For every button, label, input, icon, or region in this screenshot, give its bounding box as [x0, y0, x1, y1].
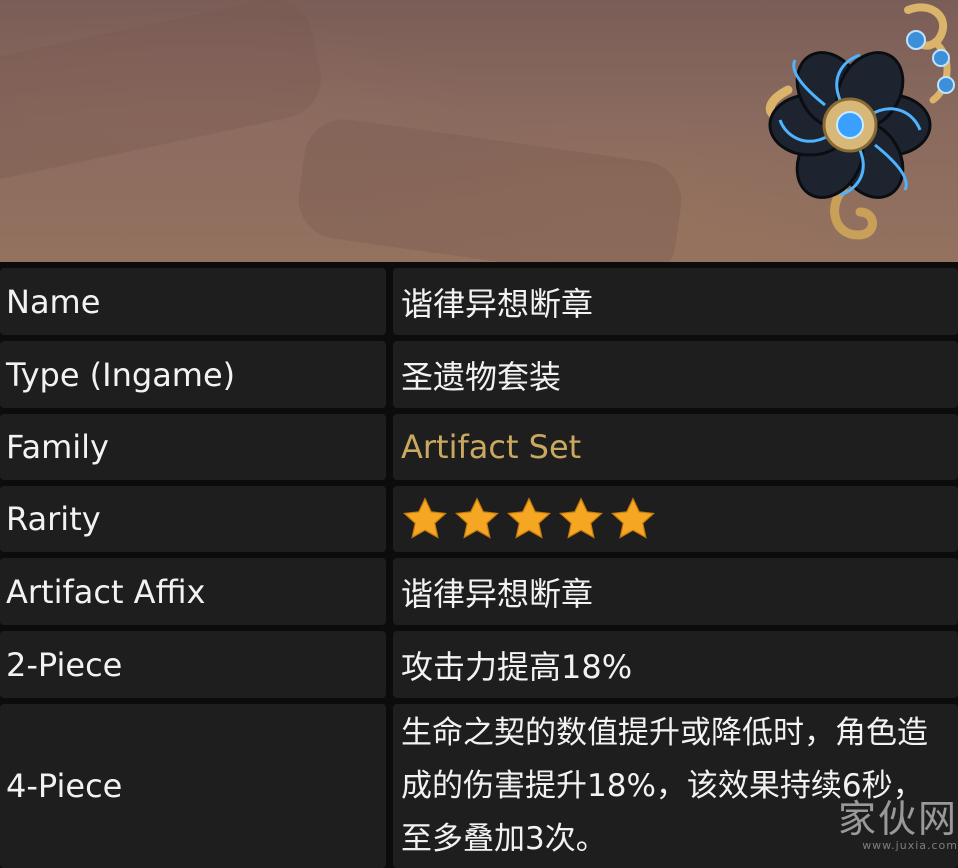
star-icon	[455, 497, 499, 539]
table-row: Type (Ingame) 圣遗物套装	[0, 341, 958, 408]
table-row: Rarity	[0, 486, 958, 552]
flower-of-life-artifact-icon	[766, 3, 955, 240]
row-key-affix: Artifact Affix	[0, 558, 386, 625]
row-value-rarity	[393, 486, 958, 552]
star-icon	[611, 497, 655, 539]
table-row: Family Artifact Set	[0, 414, 958, 480]
artifact-banner	[0, 0, 958, 262]
family-link[interactable]: Artifact Set	[393, 414, 958, 480]
row-value-2-piece: 攻击力提高18%	[393, 631, 958, 698]
row-value-name: 谐律异想断章	[393, 268, 958, 335]
star-icon	[403, 497, 447, 539]
banner-texture	[0, 0, 329, 189]
watermark-text: 家伙网	[837, 797, 958, 841]
watermark-url: www.juxia.com	[862, 839, 958, 852]
table-row: 2-Piece 攻击力提高18%	[0, 631, 958, 698]
banner-texture	[293, 114, 687, 262]
star-icon	[507, 497, 551, 539]
row-key-4-piece: 4-Piece	[0, 704, 386, 868]
row-key-2-piece: 2-Piece	[0, 631, 386, 698]
star-icon	[559, 497, 603, 539]
row-value-affix: 谐律异想断章	[393, 558, 958, 625]
row-value-type: 圣遗物套装	[393, 341, 958, 408]
table-row: Artifact Affix 谐律异想断章	[0, 558, 958, 625]
row-key-name: Name	[0, 268, 386, 335]
rarity-stars	[401, 495, 657, 543]
table-row: Name 谐律异想断章	[0, 268, 958, 335]
row-key-type: Type (Ingame)	[0, 341, 386, 408]
row-key-rarity: Rarity	[0, 486, 386, 552]
row-key-family: Family	[0, 414, 386, 480]
site-watermark: 家伙网 www.juxia.com	[762, 772, 958, 868]
